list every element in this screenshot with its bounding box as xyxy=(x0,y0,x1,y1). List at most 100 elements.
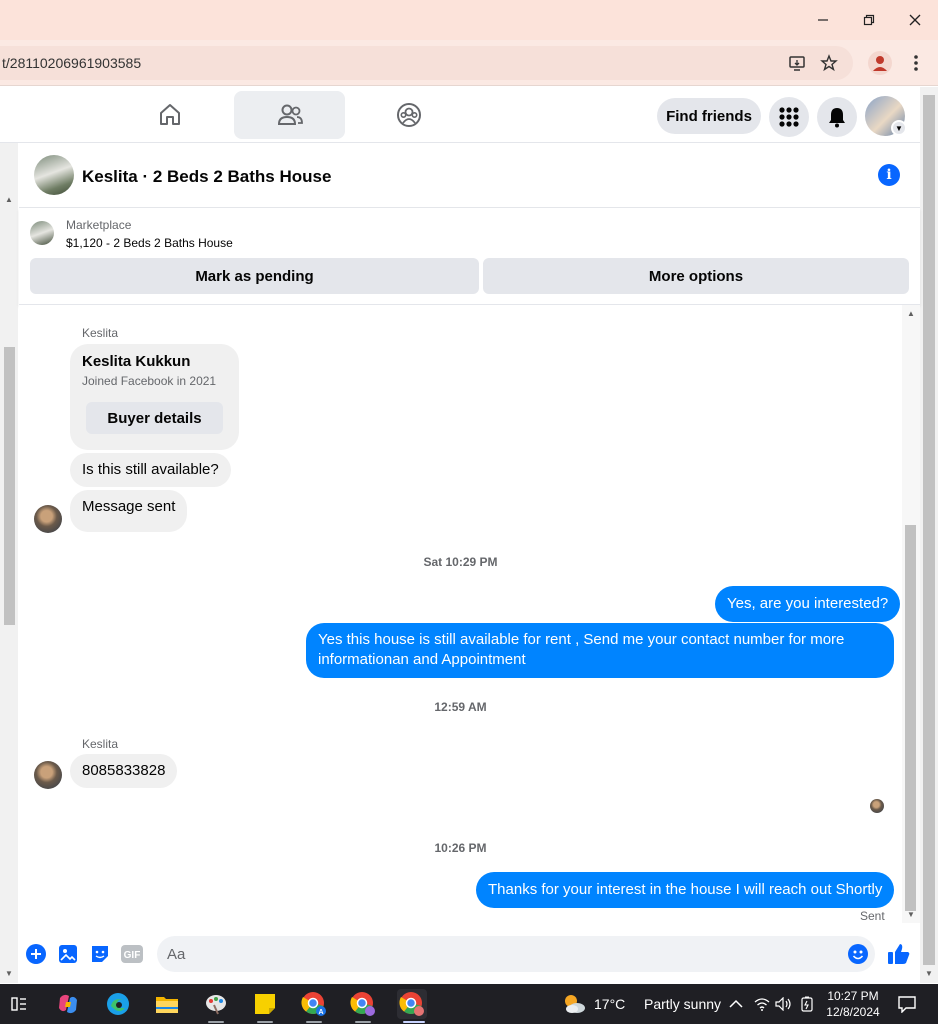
scroll-down-arrow-icon[interactable]: ▼ xyxy=(5,969,13,978)
browser-titlebar xyxy=(0,0,938,40)
chat-scroll-up-arrow-icon[interactable]: ▲ xyxy=(907,309,915,318)
home-icon xyxy=(159,104,180,125)
partly-sunny-icon[interactable] xyxy=(562,993,586,1015)
listing-thumbnail[interactable] xyxy=(30,221,54,245)
chat-header: Keslita · 2 Beds 2 Baths House i xyxy=(19,143,920,208)
sender-name: Keslita xyxy=(82,737,119,751)
home-tab[interactable] xyxy=(114,91,225,139)
buyer-name: Keslita Kukkun xyxy=(82,353,191,370)
notification-center-icon[interactable] xyxy=(892,989,922,1019)
svg-text:A: A xyxy=(318,1009,323,1016)
sender-name: Keslita xyxy=(82,326,119,340)
find-friends-button[interactable]: Find friends xyxy=(657,98,761,134)
message-list: Keslita Keslita Kukkun Joined Facebook i… xyxy=(19,305,902,923)
system-clock[interactable]: 10:27 PM 12/8/2024 xyxy=(824,988,882,1020)
listing-kind: Marketplace xyxy=(66,218,132,232)
message-composer: GIF xyxy=(19,923,920,983)
close-icon[interactable] xyxy=(903,8,927,32)
sent-status: Sent xyxy=(860,909,885,923)
friends-icon xyxy=(277,104,303,125)
plus-circle-icon[interactable] xyxy=(26,944,46,964)
running-indicator xyxy=(208,1021,224,1023)
sticky-notes-icon[interactable] xyxy=(250,989,280,1019)
timestamp: 12:59 AM xyxy=(434,700,487,714)
outgoing-message[interactable]: Thanks for your interest in the house I … xyxy=(476,872,895,908)
gif-icon[interactable]: GIF xyxy=(121,944,143,964)
chat-title[interactable]: Keslita · 2 Beds 2 Baths House xyxy=(82,167,331,187)
facebook-top-nav: Find friends xyxy=(0,87,938,143)
svg-text:GIF: GIF xyxy=(124,950,141,961)
incoming-message[interactable]: Message sent xyxy=(70,490,188,532)
message-input[interactable] xyxy=(167,944,827,964)
timestamp: Sat 10:29 PM xyxy=(423,555,498,569)
url-text[interactable]: t/28110206961903585 xyxy=(2,55,141,71)
clock-date: 12/8/2024 xyxy=(826,1005,880,1019)
app-grid-icon xyxy=(779,107,799,127)
listing-avatar[interactable] xyxy=(34,155,74,195)
task-view-icon[interactable] xyxy=(4,989,34,1019)
buyer-avatar[interactable] xyxy=(34,761,62,789)
buyer-avatar[interactable] xyxy=(34,505,62,533)
groups-icon xyxy=(396,103,421,127)
seen-receipt-avatar xyxy=(870,799,884,813)
message-input-container[interactable] xyxy=(157,936,875,972)
buyer-info-card: Keslita Kukkun Joined Facebook in 2021 B… xyxy=(70,344,239,450)
info-icon[interactable]: i xyxy=(878,164,900,186)
bookmark-star-icon[interactable] xyxy=(820,54,838,72)
groups-tab[interactable] xyxy=(353,91,464,139)
chrome-profile-a-icon[interactable]: A xyxy=(299,989,329,1019)
page-scrollbar-thumb[interactable] xyxy=(923,95,935,965)
photo-icon[interactable] xyxy=(58,944,78,964)
active-indicator xyxy=(403,1021,425,1023)
chrome-profile-c-icon[interactable] xyxy=(397,989,427,1019)
page-scrollbar[interactable]: ▼ xyxy=(920,87,938,983)
browser-toolbar: t/28110206961903585 xyxy=(0,40,938,86)
scroll-up-arrow-icon[interactable]: ▲ xyxy=(5,195,13,204)
emoji-icon[interactable] xyxy=(848,944,868,964)
chevron-down-icon[interactable]: ▼ xyxy=(891,120,907,136)
running-indicator xyxy=(306,1021,322,1023)
copilot-icon[interactable] xyxy=(53,989,83,1019)
page-scroll-down-arrow-icon[interactable]: ▼ xyxy=(925,969,933,978)
running-indicator xyxy=(355,1021,371,1023)
incoming-message[interactable]: 8085833828 xyxy=(70,754,178,788)
buyer-details-button[interactable]: Buyer details xyxy=(86,402,223,434)
wifi-icon[interactable] xyxy=(752,989,772,1019)
outgoing-message[interactable]: Yes, are you interested? xyxy=(715,586,901,622)
timestamp: 10:26 PM xyxy=(434,841,487,855)
notifications-button[interactable] xyxy=(817,97,857,137)
weather-desc[interactable]: Partly sunny xyxy=(644,996,721,1012)
volume-icon[interactable] xyxy=(773,989,793,1019)
menu-button[interactable] xyxy=(769,97,809,137)
chat-scrollbar[interactable]: ▲ ▼ xyxy=(902,305,920,923)
sticker-icon[interactable] xyxy=(90,944,110,964)
show-hidden-icons-chevron-up-icon[interactable] xyxy=(723,989,749,1019)
address-bar[interactable]: t/28110206961903585 xyxy=(0,46,853,80)
left-scrollbar[interactable]: ▲ ▼ xyxy=(0,143,18,983)
battery-icon[interactable] xyxy=(796,989,818,1019)
restore-icon[interactable] xyxy=(857,8,881,32)
minimize-icon[interactable] xyxy=(811,8,835,32)
bell-icon xyxy=(829,108,845,128)
incoming-message[interactable]: Is this still available? xyxy=(70,453,231,487)
friends-tab[interactable] xyxy=(234,91,345,139)
clock-time: 10:27 PM xyxy=(827,989,879,1003)
outgoing-message[interactable]: Yes this house is still available for re… xyxy=(306,623,894,678)
mark-as-pending-button[interactable]: Mark as pending xyxy=(30,258,479,294)
marketplace-listing-panel: Marketplace $1,120 - 2 Beds 2 Baths Hous… xyxy=(19,208,920,305)
file-explorer-icon[interactable] xyxy=(152,989,182,1019)
left-scrollbar-thumb[interactable] xyxy=(4,347,15,625)
thumbs-up-icon[interactable] xyxy=(887,942,911,966)
browser-profile-icon[interactable] xyxy=(868,51,892,75)
more-options-button[interactable]: More options xyxy=(483,258,909,294)
listing-price[interactable]: $1,120 - 2 Beds 2 Baths House xyxy=(66,236,233,250)
chrome-profile-b-icon[interactable] xyxy=(348,989,378,1019)
paint-app-icon[interactable] xyxy=(201,989,231,1019)
install-app-icon[interactable] xyxy=(788,54,806,72)
browser-menu-icon[interactable] xyxy=(912,53,920,73)
edge-browser-icon[interactable] xyxy=(103,989,133,1019)
buyer-joined: Joined Facebook in 2021 xyxy=(82,374,217,388)
chat-scroll-down-arrow-icon[interactable]: ▼ xyxy=(907,910,915,919)
weather-temp[interactable]: 17°C xyxy=(594,996,625,1012)
chat-scrollbar-thumb[interactable] xyxy=(905,525,916,911)
